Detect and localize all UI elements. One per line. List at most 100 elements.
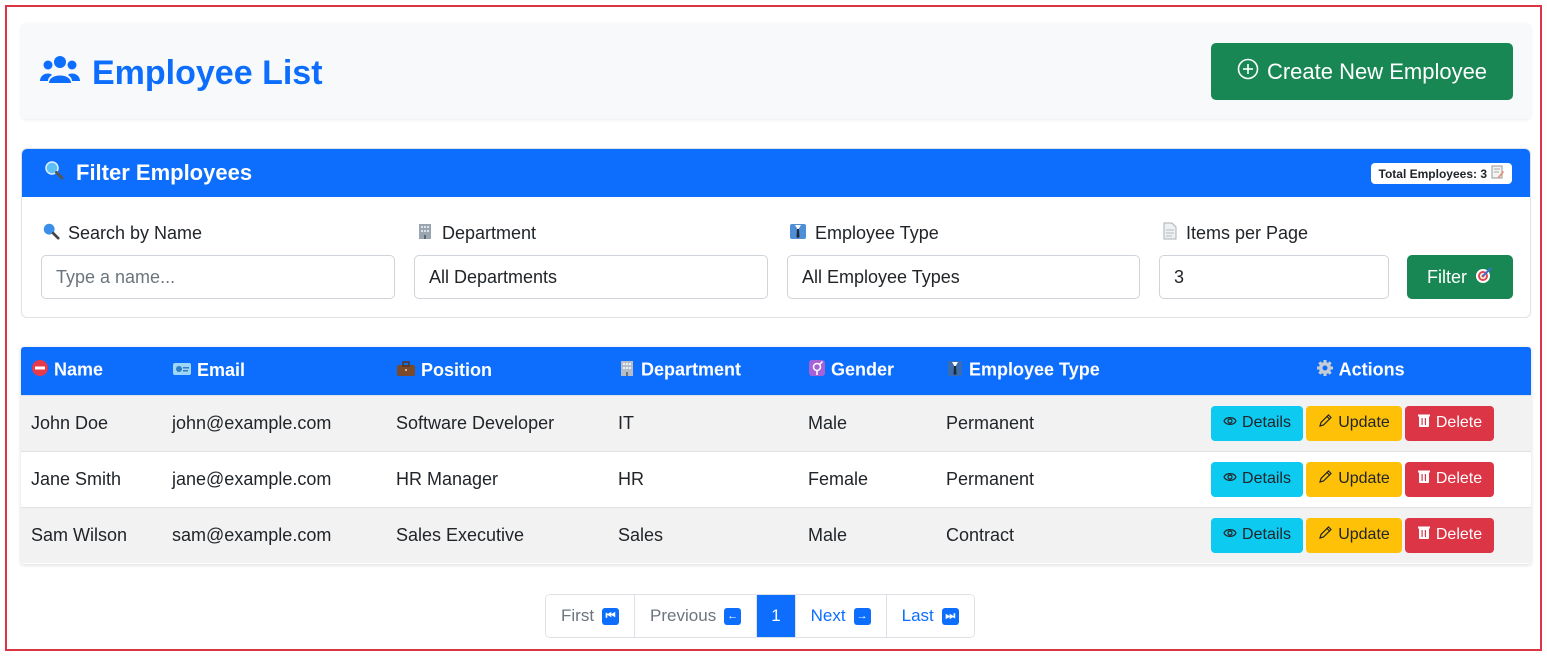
pagination-first[interactable]: First ⏮ [546, 595, 635, 637]
cell-position: Sales Executive [396, 524, 525, 545]
employee-type-select[interactable]: All Employee Types [787, 255, 1140, 299]
update-label: Update [1338, 526, 1390, 544]
arrow-left-icon: ← [724, 607, 742, 625]
search-label: Search by Name [42, 221, 202, 245]
gender-symbol-icon [808, 359, 826, 382]
employee-type-label: Employee Type [789, 221, 939, 245]
department-label-text: Department [442, 222, 537, 243]
pagination-next[interactable]: Next → [794, 595, 886, 637]
cell-actions: Details Update Delete [1180, 395, 1531, 451]
column-header-gender-label: Gender [831, 359, 895, 380]
details-label: Details [1242, 526, 1291, 544]
delete-label: Delete [1435, 414, 1483, 431]
cell-position: Software Developer [396, 412, 555, 433]
column-header-position[interactable]: Position [386, 347, 608, 395]
pagination-last[interactable]: Last ⏭ [885, 595, 974, 637]
page-icon [1162, 222, 1178, 245]
items-per-page-input[interactable]: 3 [1159, 255, 1389, 299]
pagination-last-label: Last [901, 606, 934, 625]
details-button[interactable]: Details [1211, 405, 1303, 441]
total-employees-text: Total Employees: 3 [1378, 166, 1487, 181]
update-button[interactable]: Update [1306, 405, 1402, 441]
update-button[interactable]: Update [1306, 517, 1402, 553]
eye-icon [1223, 414, 1237, 432]
update-button[interactable]: Update [1306, 461, 1402, 497]
magnifier-icon [42, 222, 60, 245]
table-row: Jane Smith jane@example.com HR Manager HR Fe… [21, 451, 1531, 507]
search-input[interactable]: Type a name... [41, 255, 395, 299]
delete-button[interactable]: Delete [1405, 517, 1494, 553]
pagination-previous[interactable]: Previous ← [634, 595, 757, 637]
cell-department: HR [618, 468, 644, 489]
department-label: Department [416, 221, 536, 245]
pagination-next-label: Next [810, 606, 846, 625]
cell-position: HR Manager [396, 468, 499, 489]
column-header-name[interactable]: Name [21, 347, 162, 395]
suit-person-icon [946, 359, 964, 382]
filter-card-header: Filter Employees Total Employees: 3 [22, 149, 1530, 197]
update-label: Update [1338, 414, 1390, 431]
cell-employee-type: Permanent [946, 412, 1035, 433]
cell-employee-type: Permanent [946, 468, 1035, 489]
target-icon [1475, 266, 1493, 289]
trash-icon [1417, 469, 1431, 489]
employee-type-label-text: Employee Type [815, 222, 939, 243]
gear-icon [1316, 359, 1334, 382]
page-title: Employee List [40, 53, 323, 93]
filter-button-label: Filter [1427, 266, 1467, 287]
trash-icon [1417, 413, 1431, 433]
last-page-icon: ⏭ [941, 607, 959, 625]
no-entry-icon [31, 359, 49, 382]
details-label: Details [1242, 414, 1291, 431]
column-header-gender[interactable]: Gender [798, 347, 936, 395]
office-building-icon [618, 359, 636, 382]
department-select[interactable]: All Departments [414, 255, 768, 299]
pencil-icon [1318, 469, 1333, 489]
column-header-name-label: Name [54, 359, 104, 380]
create-employee-label: Create New Employee [1266, 58, 1488, 84]
items-per-page-group: Items per Page [1162, 221, 1308, 245]
cell-name: Jane Smith [31, 468, 122, 489]
cell-name: Sam Wilson [31, 524, 128, 545]
details-button[interactable]: Details [1211, 461, 1303, 497]
cell-gender: Male [808, 524, 848, 545]
delete-button[interactable]: Delete [1405, 461, 1494, 497]
filter-heading: Filter Employees [76, 160, 253, 185]
create-employee-button[interactable]: Create New Employee [1211, 43, 1513, 100]
delete-label: Delete [1435, 526, 1483, 544]
first-page-icon: ⏮ [602, 607, 620, 625]
column-header-department[interactable]: Department [608, 347, 798, 395]
column-header-employee-type-label: Employee Type [969, 359, 1100, 380]
details-label: Details [1242, 470, 1291, 487]
cell-gender: Male [808, 412, 848, 433]
filter-button[interactable]: Filter [1407, 255, 1513, 299]
table-row: Sam Wilson sam@example.com Sales Executive… [21, 507, 1531, 563]
pagination: First ⏮ Previous ← 1 Next → Last ⏭ [545, 594, 975, 638]
search-label-text: Search by Name [68, 222, 203, 243]
cell-gender: Female [808, 468, 869, 489]
delete-button[interactable]: Delete [1405, 405, 1494, 441]
pagination-page-current[interactable]: 1 [756, 595, 795, 637]
details-button[interactable]: Details [1211, 517, 1303, 553]
page-title-text: Employee List [92, 53, 323, 92]
pagination-first-label: First [561, 606, 595, 625]
arrow-right-icon: → [853, 607, 871, 625]
cell-actions: Details Update Delete [1180, 451, 1531, 507]
cell-name: John Doe [31, 412, 109, 433]
id-card-icon [172, 361, 192, 382]
filter-card: Filter Employees Total Employees: 3 Sear… [21, 148, 1531, 318]
table-header-row: Name Email Position Department Gender Em… [21, 347, 1531, 395]
cell-department: IT [618, 412, 634, 433]
column-header-position-label: Position [421, 359, 493, 380]
users-icon [40, 54, 80, 93]
eye-icon [1223, 526, 1237, 544]
employee-table: Name Email Position Department Gender Em… [21, 347, 1531, 564]
office-building-icon [416, 222, 434, 245]
cell-actions: Details Update Delete [1180, 507, 1531, 563]
column-header-email[interactable]: Email [162, 347, 386, 395]
column-header-employee-type[interactable]: Employee Type [936, 347, 1180, 395]
total-employees-badge: Total Employees: 3 [1370, 163, 1512, 184]
cell-email: sam@example.com [172, 524, 332, 545]
cell-department: Sales [618, 524, 664, 545]
plus-circle-icon [1237, 58, 1259, 86]
